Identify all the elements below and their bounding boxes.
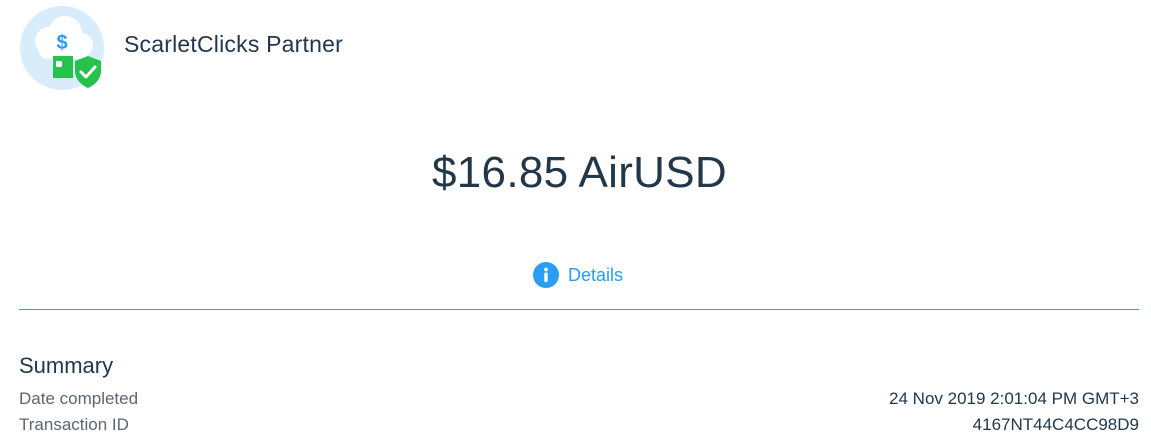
details-label: Details bbox=[568, 264, 624, 285]
transaction-id-value: 4167NT44C4CC98D9 bbox=[972, 415, 1139, 434]
merchant-header: $ ScarletClicks Partner bbox=[19, 5, 343, 91]
transaction-amount: $16.85 AirUSD bbox=[432, 148, 727, 197]
details-link[interactable]: Details bbox=[533, 262, 623, 288]
summary-row-date-completed: Date completed 24 Nov 2019 2:01:04 PM GM… bbox=[19, 389, 1139, 409]
section-divider bbox=[19, 309, 1139, 310]
transaction-receipt: $ ScarletClicks Partner $16.85 AirUSD De… bbox=[0, 0, 1151, 444]
transaction-id-label: Transaction ID bbox=[19, 415, 129, 434]
merchant-logo-icon: $ bbox=[19, 5, 105, 91]
date-completed-label: Date completed bbox=[19, 389, 139, 408]
svg-text:$: $ bbox=[56, 32, 67, 54]
info-icon bbox=[533, 262, 559, 288]
date-completed-value: 24 Nov 2019 2:01:04 PM GMT+3 bbox=[889, 389, 1139, 408]
merchant-name: ScarletClicks Partner bbox=[124, 30, 343, 57]
summary-title: Summary bbox=[19, 353, 114, 378]
summary-row-transaction-id: Transaction ID 4167NT44C4CC98D9 bbox=[19, 415, 1139, 435]
